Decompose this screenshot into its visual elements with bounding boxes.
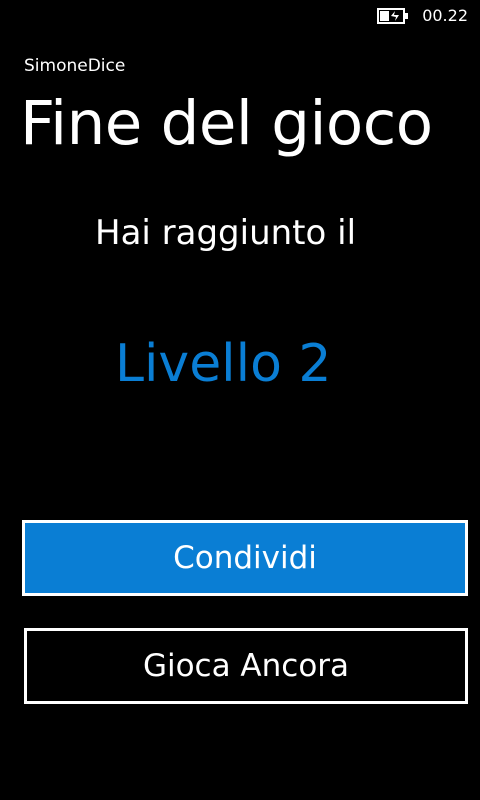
share-button[interactable]: Condividi	[22, 520, 468, 596]
app-title: SimoneDice	[24, 56, 126, 76]
play-again-button[interactable]: Gioca Ancora	[24, 628, 468, 704]
status-time: 00.22	[422, 6, 468, 25]
page-title: Fine del gioco	[20, 88, 433, 159]
level-reached: Livello 2	[115, 334, 332, 394]
status-bar: 00.22	[0, 0, 480, 32]
result-text: Hai raggiunto il	[95, 213, 357, 253]
battery-charging-icon	[377, 7, 411, 25]
